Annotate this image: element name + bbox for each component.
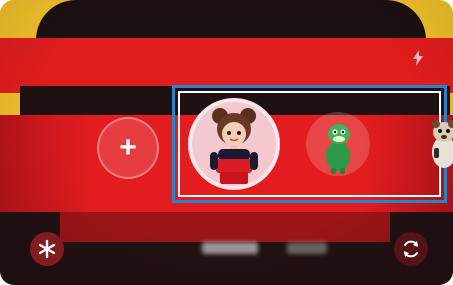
plus-icon: + (119, 131, 137, 164)
camera-viewfinder: + (0, 0, 453, 285)
avatar-girl-button[interactable] (188, 98, 280, 190)
add-emoji-button[interactable]: + (97, 117, 159, 179)
avatar-animal-button[interactable] (424, 112, 453, 172)
light-icon (410, 50, 426, 66)
mode-tab-blurred[interactable] (202, 242, 258, 254)
light-icon-glyph (413, 50, 423, 66)
avatar-girl-icon (210, 108, 258, 184)
mode-tab-blurred-2[interactable] (287, 242, 327, 254)
settings-button[interactable] (30, 232, 64, 266)
avatar-dinosaur-button[interactable] (306, 112, 370, 176)
asterisk-icon (38, 239, 56, 259)
avatar-animal-icon (432, 120, 453, 168)
switch-camera-button[interactable] (394, 232, 428, 266)
avatar-dinosaur-icon (326, 124, 350, 174)
switch-camera-icon (404, 240, 418, 258)
